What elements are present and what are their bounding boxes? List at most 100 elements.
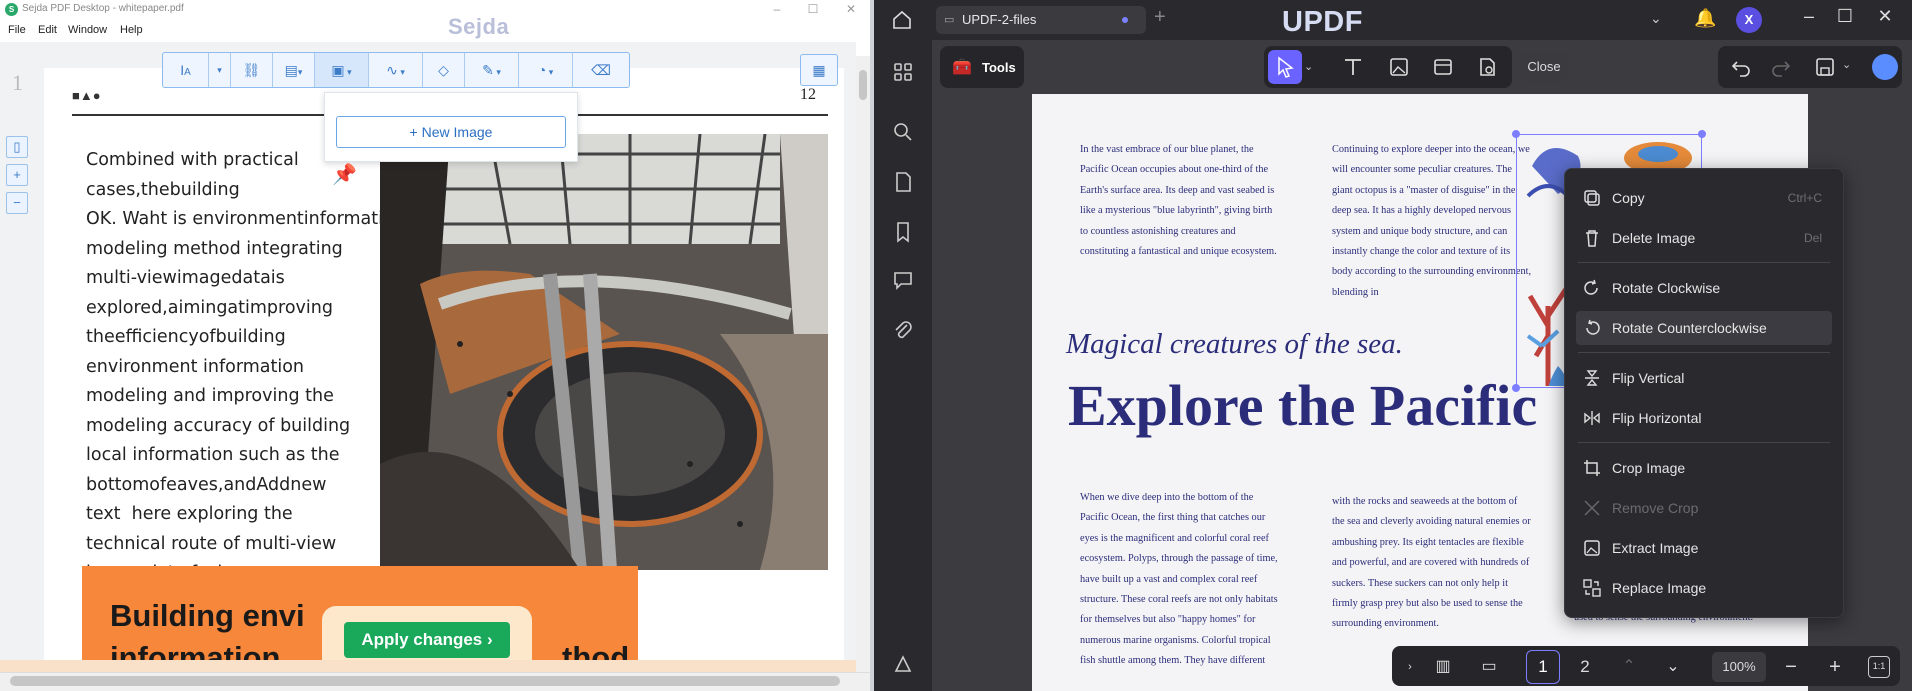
menu-item-delete-image[interactable]: Delete Image Del [1576,221,1832,255]
body-line: modeling accuracy of building [86,415,351,436]
new-image-button[interactable]: + New Image [336,116,566,148]
image-tool-icon[interactable] [1388,56,1410,78]
menu-item-replace-image[interactable]: Replace Image [1576,571,1832,605]
close-icon[interactable]: ✕ [836,0,866,20]
eraser-icon[interactable]: ◇ [423,53,465,87]
body-line: bottomofeaves,andAddnew [86,474,327,495]
delete-icon[interactable]: ⌫ [573,53,629,87]
text-column-4[interactable]: with the rocks and seaweeds at the botto… [1332,492,1532,650]
page-number: 12 [800,86,816,103]
text-dropdown-icon[interactable]: ▾ [209,53,231,87]
search-icon[interactable] [891,120,915,144]
menu-item-shortcut: Del [1803,231,1822,245]
attachment-icon[interactable] [891,318,915,342]
forms-icon[interactable]: ▤▾ [273,53,315,87]
reading-mode-icon[interactable]: ▥ [1430,654,1456,680]
text-icon[interactable]: IA [163,53,209,87]
layers-icon[interactable] [891,652,915,676]
vertical-scrollbar[interactable] [856,56,870,672]
apply-changes-button[interactable]: Apply changes › [344,622,510,658]
save-dropdown-icon[interactable]: ⌄ [1842,58,1851,71]
architecture-photo[interactable] [380,134,828,570]
image-icon[interactable]: ▣ ▾ [315,53,369,87]
horizontal-scroll-thumb[interactable] [10,676,840,686]
updf-sidebar [874,40,932,691]
select-dropdown-icon[interactable]: ⌄ [1304,60,1313,73]
menu-item-flip-vertical[interactable]: Flip Vertical [1576,361,1832,395]
comment-icon[interactable] [891,268,915,292]
link-tool-icon[interactable] [1432,56,1454,78]
menu-item-extract-image[interactable]: Extract Image [1576,531,1832,565]
home-icon[interactable] [890,8,914,32]
resize-handle[interactable] [1512,130,1520,138]
menu-edit[interactable]: Edit [38,24,57,36]
header-shapes: ■▲● [72,88,101,103]
ai-assistant-icon[interactable] [1872,54,1898,80]
minimize-icon[interactable]: – [1794,6,1824,27]
undo-icon[interactable] [1730,56,1752,78]
avatar[interactable]: X [1736,7,1762,33]
redo-icon[interactable] [1770,56,1792,78]
stamp-tool-icon[interactable] [1476,56,1498,78]
delete-page-icon[interactable]: ▯ [6,136,28,158]
zoom-in-icon[interactable]: + [6,164,28,186]
menu-item-crop-image[interactable]: Crop Image [1576,451,1832,485]
minimize-icon[interactable]: – [762,0,792,20]
text-tool-icon[interactable] [1342,56,1364,78]
signature-icon[interactable]: ∿ ▾ [369,53,423,87]
maximize-icon[interactable]: ☐ [798,0,828,20]
save-icon[interactable] [1814,56,1836,78]
tools-label: Tools [982,60,1016,75]
sejda-window-title: Sejda PDF Desktop - whitepaper.pdf [22,3,184,14]
remove-crop-icon [1582,498,1602,518]
title[interactable]: Explore the Pacific [1068,372,1537,439]
menu-item-label: Remove Crop [1612,500,1699,516]
apps-grid-icon[interactable] [891,60,915,84]
menu-item-flip-horizontal[interactable]: Flip Horizontal [1576,401,1832,435]
shapes-icon[interactable]: ◔ ▾ [519,53,573,87]
subtitle[interactable]: Magical creatures of the sea. [1066,328,1403,361]
menu-file[interactable]: File [8,24,26,36]
resize-handle[interactable] [1698,130,1706,138]
menu-help[interactable]: Help [120,24,143,36]
page-1-button[interactable]: 1 [1526,650,1560,684]
close-window-icon[interactable]: ✕ [1870,6,1900,27]
resize-handle[interactable] [1512,384,1520,392]
page-2-button[interactable]: 2 [1568,650,1602,684]
new-tab-icon[interactable]: + [1154,6,1166,29]
zoom-out-icon[interactable]: − [1780,654,1802,680]
menu-item-rotate-counterclockwise[interactable]: Rotate Counterclockwise [1576,311,1832,345]
zoom-in-icon[interactable]: + [1824,654,1846,680]
menu-item-copy[interactable]: Copy Ctrl+C [1576,181,1832,215]
new-image-label: New Image [421,124,493,140]
expand-icon[interactable]: › [1400,654,1420,680]
menu-item-label: Copy [1612,190,1645,206]
bookmark-icon[interactable] [891,220,915,244]
select-tool-icon[interactable] [1268,50,1302,84]
zoom-out-icon[interactable]: − [6,192,28,214]
chevron-up-icon[interactable]: ⌃ [1618,654,1640,680]
actual-size-button[interactable]: 1:1 [1868,656,1890,678]
grid-view-icon[interactable]: ▦ [800,54,838,86]
link-icon[interactable]: ⛓ [231,53,273,87]
body-text[interactable]: Combined with practical cases,thebuildin… [86,146,405,589]
menu-window[interactable]: Window [68,24,107,36]
document-tab[interactable]: ▭ UPDF-2-files [936,6,1146,34]
maximize-icon[interactable]: ☐ [1830,6,1860,27]
close-button[interactable]: Close [1520,52,1568,82]
presentation-icon[interactable]: ▭ [1476,654,1502,680]
zoom-level[interactable]: 100% [1712,652,1766,682]
chevron-right-icon: › [486,630,493,649]
bell-icon[interactable]: 🔔 [1694,8,1716,29]
annotate-icon[interactable]: ✎ ▾ [465,53,519,87]
menu-separator [1578,442,1830,443]
page-icon[interactable] [891,170,915,194]
text-column-3[interactable]: When we dive deep into the bottom of the… [1080,488,1280,686]
chevron-down-icon[interactable]: ⌄ [1662,654,1684,680]
menu-item-rotate-clockwise[interactable]: Rotate Clockwise [1576,271,1832,305]
text-column-2[interactable]: Continuing to explore deeper into the oc… [1332,140,1532,303]
tools-button[interactable]: 🧰 Tools [940,46,1024,88]
vertical-scroll-thumb[interactable] [859,70,867,100]
text-column-1[interactable]: In the vast embrace of our blue planet, … [1080,140,1280,262]
chevron-down-icon[interactable]: ⌄ [1650,10,1662,27]
